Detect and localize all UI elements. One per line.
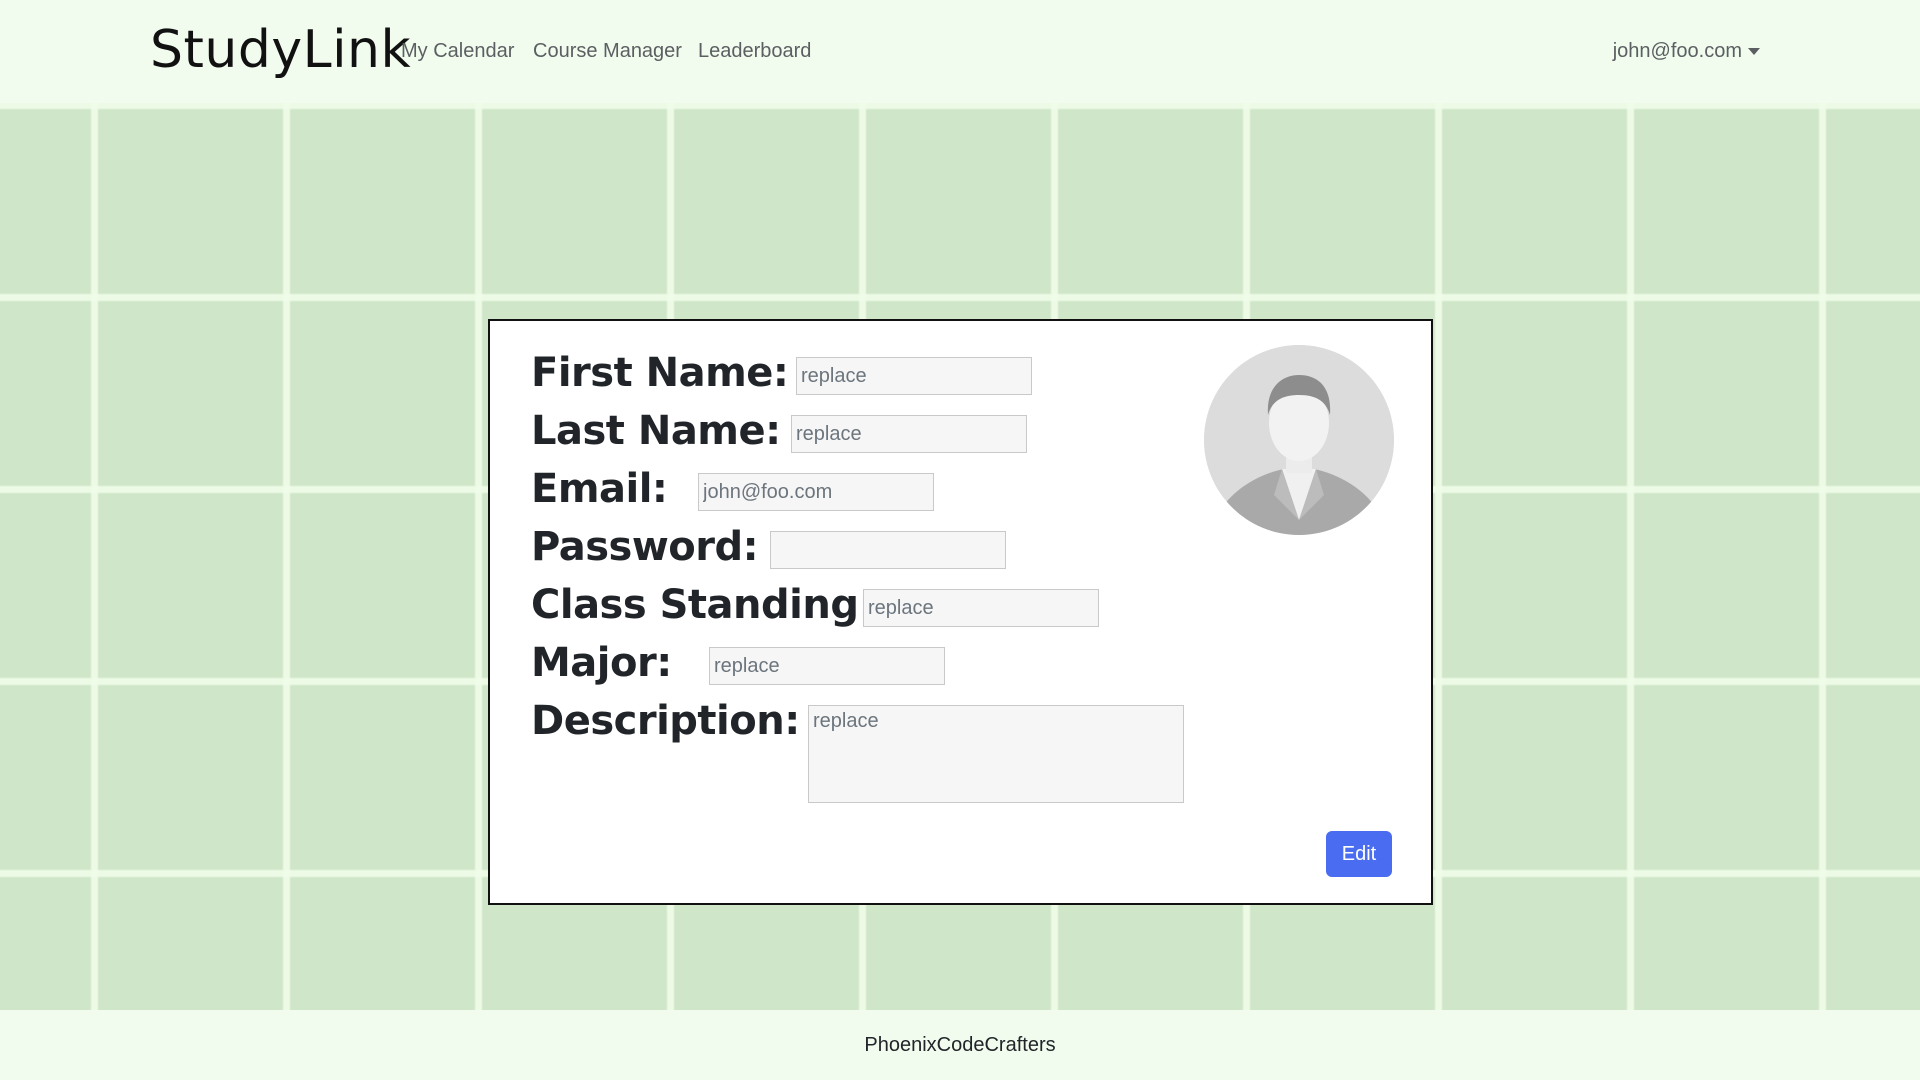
major-label: Major: [531, 640, 672, 686]
description-field[interactable] [808, 705, 1184, 803]
user-avatar-icon [1204, 345, 1394, 535]
first-name-label: First Name: [531, 350, 789, 396]
nav-link-my-calendar[interactable]: My Calendar [401, 38, 514, 64]
navbar: StudyLink My Calendar Course Manager Lea… [0, 0, 1920, 103]
class-standing-field[interactable] [863, 589, 1099, 627]
chevron-down-icon [1748, 47, 1760, 55]
profile-card: First Name: Last Name: Email: Password: … [488, 319, 1433, 905]
first-name-field[interactable] [796, 357, 1032, 395]
email-field[interactable] [698, 473, 934, 511]
password-field[interactable] [770, 531, 1006, 569]
user-email: john@foo.com [1612, 40, 1742, 62]
last-name-field[interactable] [791, 415, 1027, 453]
class-standing-label: Class Standing: [531, 582, 874, 628]
description-label: Description: [531, 698, 800, 744]
edit-button[interactable]: Edit [1326, 831, 1392, 877]
footer-text: PhoenixCodeCrafters [864, 1034, 1056, 1056]
avatar [1204, 345, 1394, 535]
password-label: Password: [531, 524, 759, 570]
major-field[interactable] [709, 647, 945, 685]
user-dropdown[interactable]: john@foo.com [1613, 38, 1760, 64]
nav-link-course-manager[interactable]: Course Manager [533, 38, 682, 64]
main-background: First Name: Last Name: Email: Password: … [0, 103, 1920, 1010]
last-name-label: Last Name: [531, 408, 781, 454]
brand-logo[interactable]: StudyLink [150, 14, 411, 86]
footer: PhoenixCodeCrafters [0, 1010, 1920, 1080]
email-label: Email: [531, 466, 668, 512]
nav-link-leaderboard[interactable]: Leaderboard [698, 38, 811, 64]
